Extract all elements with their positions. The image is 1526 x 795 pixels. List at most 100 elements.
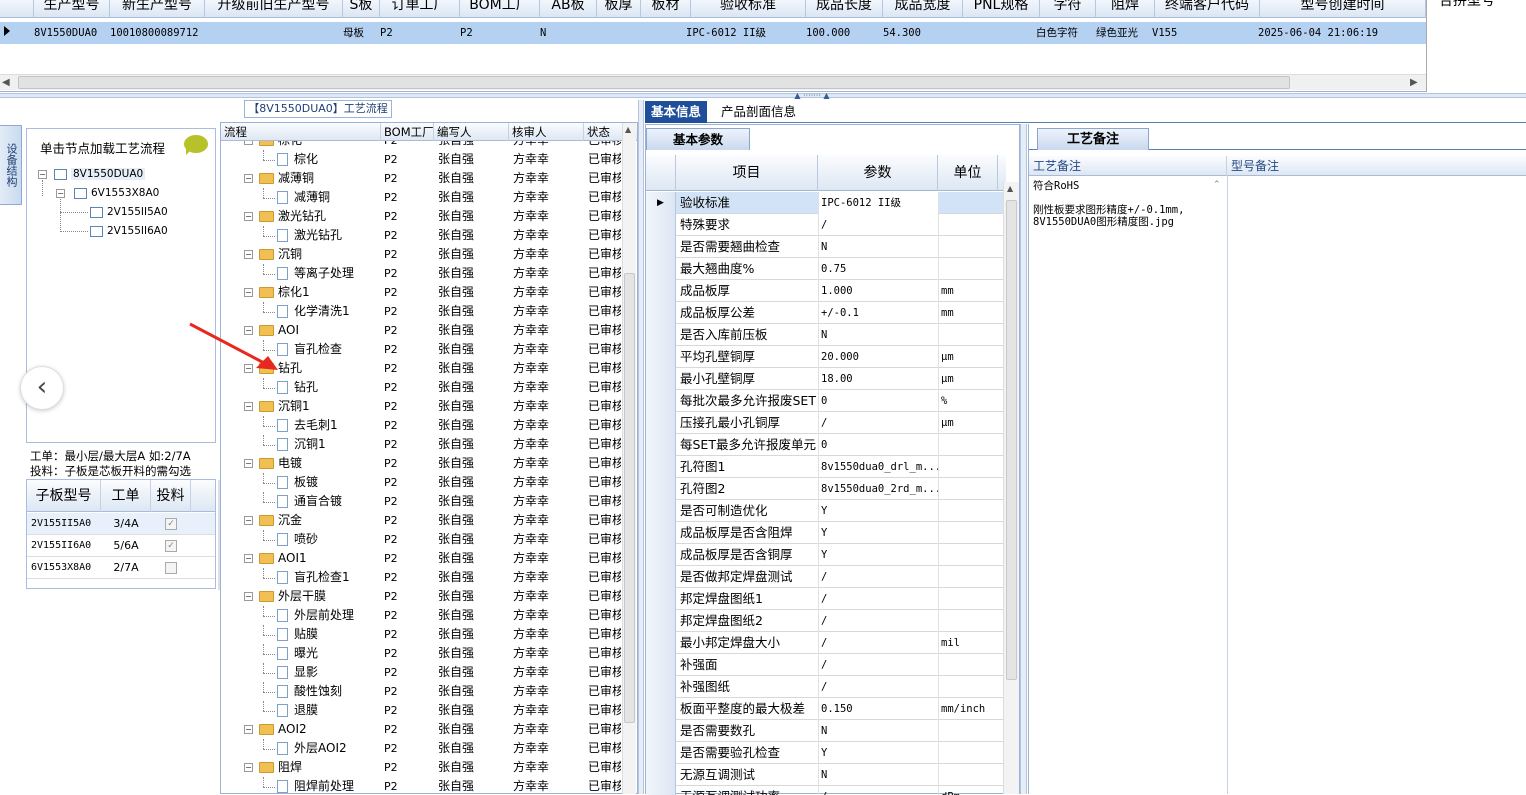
- param-value-cell[interactable]: /: [818, 214, 938, 236]
- process-row[interactable]: 沉铜 − P2 张自强 方幸幸 已审核: [221, 245, 621, 264]
- basic-param-row[interactable]: 平均孔壁铜厚 20.000 μm: [646, 346, 1006, 368]
- sub-board-row[interactable]: 2V155II5A0 3/4A ✓: [27, 513, 215, 535]
- tree-collapse-icon[interactable]: −: [244, 516, 253, 525]
- top-grid-selected-row[interactable]: 8V1550DUA0 10010800089712 母板 P2 P2 N IPC-6012 …: [0, 22, 1426, 44]
- process-row[interactable]: 酸性蚀刻 P2 张自强 方幸幸 已审核: [221, 682, 621, 701]
- top-cell[interactable]: 10010800089712: [110, 22, 205, 44]
- remarks-tab[interactable]: 工艺备注: [1037, 128, 1149, 150]
- process-row[interactable]: 板镀 P2 张自强 方幸幸 已审核: [221, 473, 621, 492]
- tree-node[interactable]: 2V155II6A0: [90, 223, 168, 239]
- process-row[interactable]: 曝光 P2 张自强 方幸幸 已审核: [221, 644, 621, 663]
- basic-param-row[interactable]: 每批次最多允许报废SET 0%: [646, 390, 1006, 412]
- tree-node[interactable]: 8V1550DUA0: [54, 166, 146, 182]
- process-row[interactable]: 电镀 − P2 张自强 方幸幸 已审核: [221, 454, 621, 473]
- param-value-cell[interactable]: 20.000: [818, 346, 938, 368]
- param-value-cell[interactable]: Y: [818, 742, 938, 764]
- tab-product-section[interactable]: 产品剖面信息: [715, 101, 802, 123]
- scroll-left-icon[interactable]: ◀: [2, 77, 10, 88]
- top-horizontal-scrollbar[interactable]: ◀ ▶: [0, 74, 1426, 90]
- basic-param-row[interactable]: 是否需要翘曲检查 N: [646, 236, 1006, 258]
- tree-collapse-icon[interactable]: −: [244, 763, 253, 772]
- param-value-cell[interactable]: 18.00: [818, 368, 938, 390]
- horizontal-splitter[interactable]: [0, 93, 1526, 98]
- tree-collapse-icon[interactable]: −: [244, 288, 253, 297]
- basic-param-row[interactable]: 邦定焊盘图纸2 /: [646, 610, 1006, 632]
- param-value-cell[interactable]: Y: [818, 544, 938, 566]
- process-row[interactable]: 钻孔 P2 张自强 方幸幸 已审核: [221, 378, 621, 397]
- tree-collapse-icon[interactable]: −: [244, 459, 253, 468]
- tree-collapse-icon[interactable]: −: [56, 189, 65, 198]
- scroll-up-icon[interactable]: ▲: [625, 125, 631, 134]
- splitter-grip-icon[interactable]: ▲ ······· ▲: [782, 92, 842, 100]
- process-row[interactable]: 盲孔检查1 P2 张自强 方幸幸 已审核: [221, 568, 621, 587]
- basic-param-row[interactable]: 最小孔壁铜厚 18.00 μm: [646, 368, 1006, 390]
- tree-collapse-icon[interactable]: −: [38, 170, 47, 179]
- process-row[interactable]: 减薄铜 P2 张自强 方幸幸 已审核: [221, 188, 621, 207]
- remark-scroll-up-icon[interactable]: ⌃: [1213, 180, 1221, 190]
- basic-param-row[interactable]: 是否可制造优化 Y: [646, 500, 1006, 522]
- process-row[interactable]: 沉铜1 P2 张自强 方幸幸 已审核: [221, 435, 621, 454]
- tree-collapse-icon[interactable]: −: [244, 212, 253, 221]
- top-cell[interactable]: [205, 22, 343, 44]
- basic-param-row[interactable]: 成品板厚是否含铜厚 Y: [646, 544, 1006, 566]
- sub-board-row[interactable]: 6V1553X8A0 2/7A: [27, 557, 215, 579]
- tree-collapse-icon[interactable]: −: [244, 402, 253, 411]
- tree-node[interactable]: 6V1553X8A0: [74, 185, 159, 201]
- process-scroll-thumb[interactable]: [624, 273, 635, 723]
- basic-param-row[interactable]: 特殊要求 /: [646, 214, 1006, 236]
- basic-param-row[interactable]: 压接孔最小孔铜厚 / μm: [646, 412, 1006, 434]
- param-value-cell[interactable]: /: [818, 632, 938, 654]
- basic-param-row[interactable]: 孔符图1 8v1550dua0_drl_m...: [646, 456, 1006, 478]
- top-cell[interactable]: [963, 22, 1036, 44]
- param-value-cell[interactable]: 8v1550dua0_2rd_m...: [818, 478, 938, 500]
- basic-param-row[interactable]: 孔符图2 8v1550dua0_2rd_m...: [646, 478, 1006, 500]
- process-row[interactable]: 沉金 − P2 张自强 方幸幸 已审核: [221, 511, 621, 530]
- basic-param-row[interactable]: ▶ 验收标准 IPC-6012 II级: [646, 192, 1006, 214]
- process-remark-text[interactable]: 符合RoHS 刚性板要求图形精度+/-0.1mm, 8V1550DUA0图形精度…: [1033, 180, 1223, 228]
- tree-collapse-icon[interactable]: −: [244, 174, 253, 183]
- basic-param-row[interactable]: 成品板厚公差 +/-0.1 mm: [646, 302, 1006, 324]
- feed-checkbox[interactable]: ✓: [165, 540, 177, 552]
- sub-board-row[interactable]: 2V155II6A0 5/6A ✓: [27, 535, 215, 557]
- process-row[interactable]: 阻焊 − P2 张自强 方幸幸 已审核: [221, 758, 621, 777]
- basic-param-row[interactable]: 是否需要数孔 N: [646, 720, 1006, 742]
- process-row[interactable]: 外层AOI2 P2 张自强 方幸幸 已审核: [221, 739, 621, 758]
- param-value-cell[interactable]: IPC-6012 II级: [818, 192, 938, 214]
- basic-param-row[interactable]: 最大翘曲度% 0.75: [646, 258, 1006, 280]
- process-row[interactable]: 棕化 P2 张自强 方幸幸 已审核: [221, 150, 621, 169]
- process-row[interactable]: 贴膜 P2 张自强 方幸幸 已审核: [221, 625, 621, 644]
- top-cell[interactable]: IPC-6012 II级: [686, 22, 806, 44]
- basic-param-row[interactable]: 补强面 /: [646, 654, 1006, 676]
- param-value-cell[interactable]: N: [818, 764, 938, 786]
- process-row[interactable]: 激光钻孔 − P2 张自强 方幸幸 已审核: [221, 207, 621, 226]
- param-value-cell[interactable]: N: [818, 324, 938, 346]
- process-row[interactable]: 去毛刺1 P2 张自强 方幸幸 已审核: [221, 416, 621, 435]
- vertical-splitter-left[interactable]: [638, 100, 644, 794]
- process-row[interactable]: 显影 P2 张自强 方幸幸 已审核: [221, 663, 621, 682]
- side-tab-equipment[interactable]: 设备结构: [0, 125, 22, 205]
- param-value-cell[interactable]: 0: [818, 390, 938, 412]
- param-value-cell[interactable]: /: [818, 566, 938, 588]
- process-row[interactable]: 激光钻孔 P2 张自强 方幸幸 已审核: [221, 226, 621, 245]
- basic-param-row[interactable]: 成品板厚是否含阻焊 Y: [646, 522, 1006, 544]
- top-cell[interactable]: 母板: [343, 22, 380, 44]
- vertical-splitter-right[interactable]: [1020, 124, 1027, 794]
- basic-param-row[interactable]: 板面平整度的最大极差 0.150 mm/inch: [646, 698, 1006, 720]
- param-value-cell[interactable]: 8v1550dua0_drl_m...: [818, 456, 938, 478]
- process-row[interactable]: 退膜 P2 张自强 方幸幸 已审核: [221, 701, 621, 720]
- process-row[interactable]: 等离子处理 P2 张自强 方幸幸 已审核: [221, 264, 621, 283]
- scroll-right-icon[interactable]: ▶: [1410, 77, 1418, 88]
- process-row[interactable]: 外层前处理 P2 张自强 方幸幸 已审核: [221, 606, 621, 625]
- tree-collapse-icon[interactable]: −: [244, 250, 253, 259]
- top-cell[interactable]: [597, 22, 641, 44]
- basic-param-row[interactable]: 邦定焊盘图纸1 /: [646, 588, 1006, 610]
- param-value-cell[interactable]: +/-0.1: [818, 302, 938, 324]
- top-cell[interactable]: V155: [1152, 22, 1258, 44]
- tree-collapse-icon[interactable]: −: [244, 592, 253, 601]
- load-process-hint[interactable]: 单击节点加载工艺流程: [28, 131, 214, 161]
- process-row[interactable]: 化学清洗1 P2 张自强 方幸幸 已审核: [221, 302, 621, 321]
- process-row[interactable]: 棕化 − P2 张自强方幸幸已审核: [221, 141, 621, 150]
- basic-scroll-thumb[interactable]: [1006, 200, 1017, 680]
- param-value-cell[interactable]: 0.150: [818, 698, 938, 720]
- top-cell[interactable]: 2025-06-04 21:06:19: [1258, 22, 1426, 44]
